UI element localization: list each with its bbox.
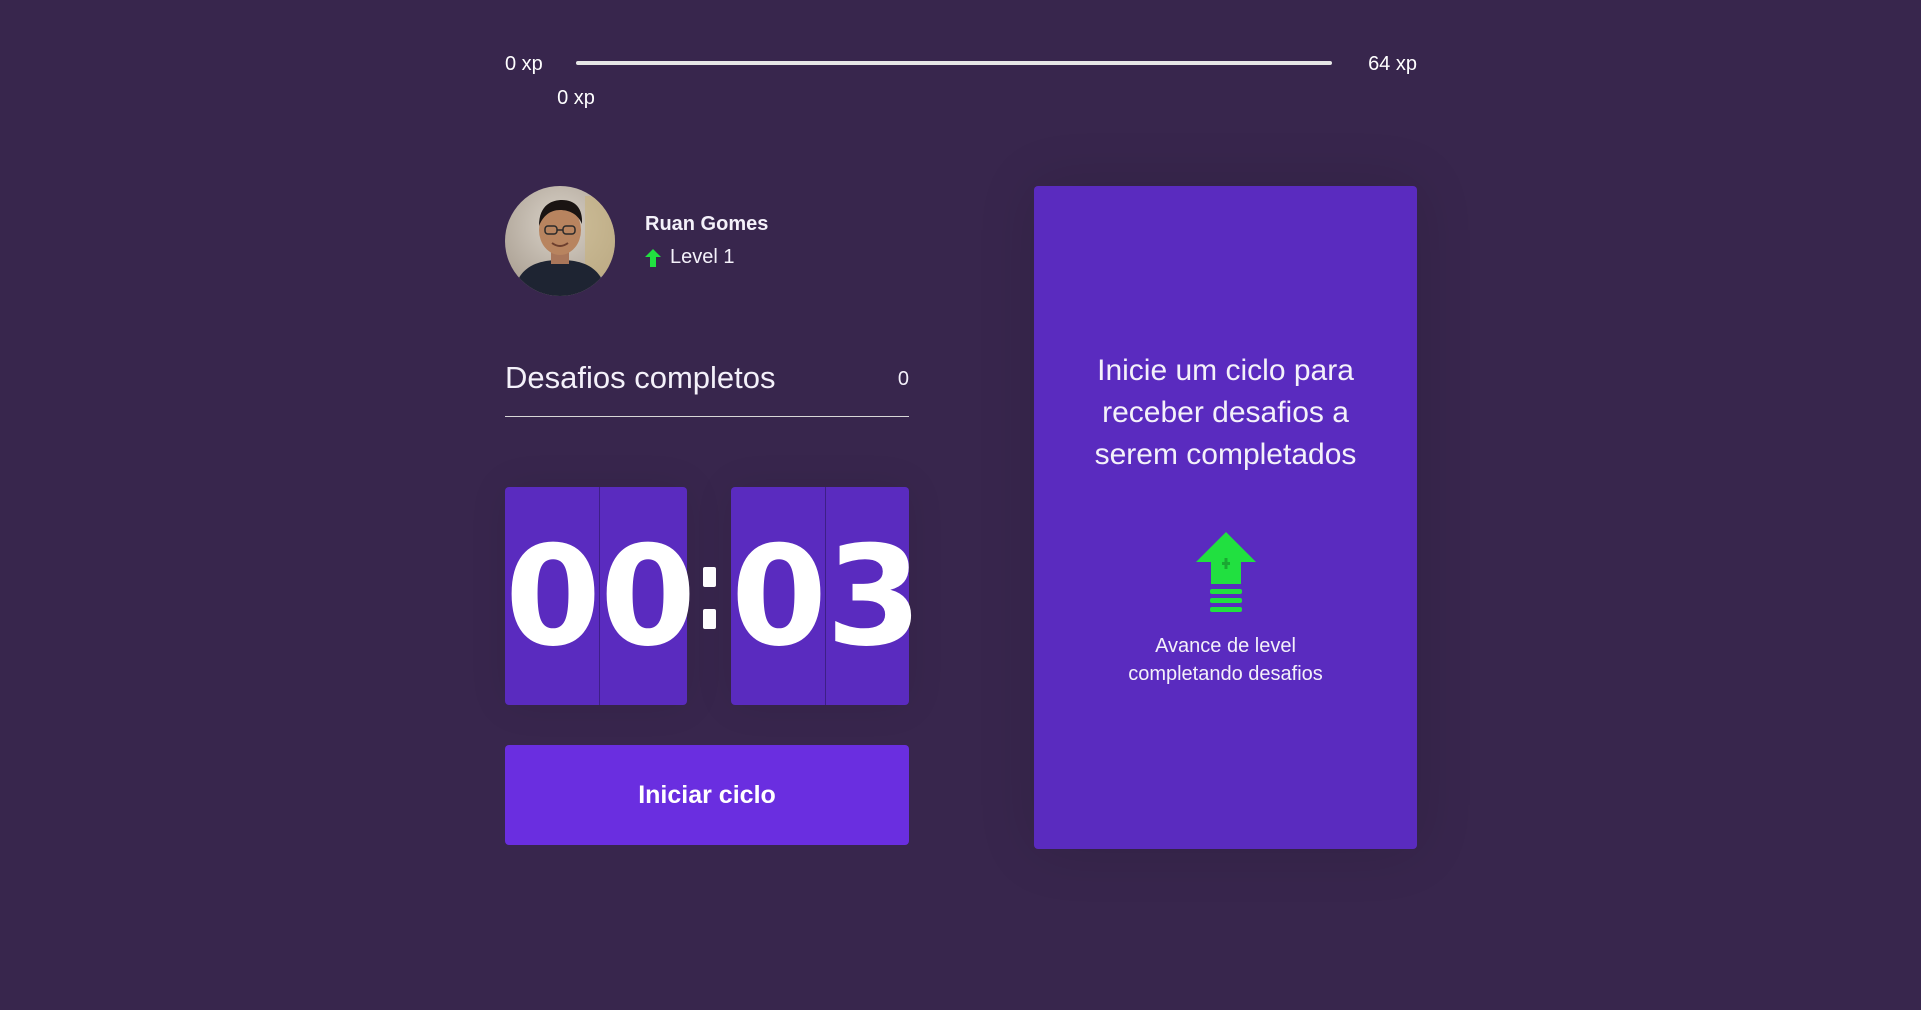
challenge-box: Inicie um ciclo para receber desafios a … [1034,186,1417,849]
minute-digit-tens: 0 [505,487,601,705]
level-row: Level 1 [645,246,768,269]
completed-challenges-count: 0 [897,368,909,390]
hint-line-2: completando desafios [1128,663,1323,685]
colon-separator [703,567,716,637]
completed-challenges: Desafios completos 0 [505,360,909,417]
level-up-icon [1196,532,1256,612]
second-digit-ones: 3 [826,515,922,677]
hint-line-1: Avance de level [1155,635,1296,657]
level-label: Level 1 [670,246,735,268]
page: 0 xp 0 xp 64 xp Ruan Gomes Level 1 Desaf… [0,0,1921,1010]
seconds-display: 0 3 [731,487,922,705]
left-column: Ruan Gomes Level 1 Desafios completos 0 … [505,186,922,845]
minutes-display: 0 0 [505,487,696,705]
profile-info: Ruan Gomes Level 1 [645,213,768,269]
xp-current-label: 0 xp [557,87,595,109]
experience-bar: 0 xp 0 xp 64 xp [505,50,1417,109]
start-cycle-button[interactable]: Iniciar ciclo [505,745,909,845]
xp-min-label: 0 xp [505,53,543,75]
xp-track: 0 xp [557,61,1332,109]
avatar [505,186,615,296]
countdown-timer: 0 0 0 3 [505,487,922,705]
completed-challenges-label: Desafios completos [505,360,776,395]
challenge-box-hint: Avance de level completando desafios [1074,632,1377,688]
avatar-photo [505,186,615,296]
user-name: Ruan Gomes [645,213,769,235]
profile: Ruan Gomes Level 1 [505,186,909,296]
challenge-box-title: Inicie um ciclo para receber desafios a … [1094,354,1357,471]
minute-digit-ones: 0 [600,515,696,677]
second-digit-tens: 0 [731,487,827,705]
level-up-arrow-icon [645,248,661,267]
xp-max-label: 64 xp [1368,53,1417,75]
